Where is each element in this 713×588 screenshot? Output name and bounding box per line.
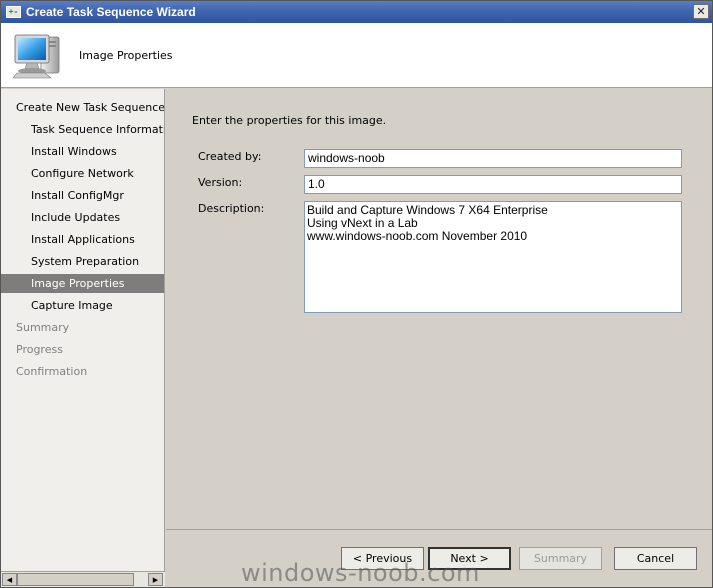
computer-monitor-icon <box>12 34 60 79</box>
description-field[interactable]: Build and Capture Windows 7 X64 Enterpri… <box>304 201 682 313</box>
scroll-thumb[interactable] <box>17 573 134 586</box>
nav-item-confirmation: Confirmation <box>16 365 88 378</box>
wizard-window: +- Create Task Sequence Wizard ✕ Image P… <box>0 0 713 588</box>
created-by-label: Created by: <box>198 150 262 163</box>
version-field[interactable]: 1.0 <box>304 175 682 194</box>
content-panel: Enter the properties for this image. Cre… <box>166 89 712 529</box>
version-label: Version: <box>198 176 243 189</box>
wizard-header: Image Properties <box>1 23 712 88</box>
scroll-left-arrow-icon[interactable]: ◀ <box>2 573 17 586</box>
nav-item-include-updates[interactable]: Include Updates <box>1 208 164 227</box>
created-by-field[interactable]: windows-noob <box>304 149 682 168</box>
nav-item-install-configmgr[interactable]: Install ConfigMgr <box>1 186 164 205</box>
nav-item-system-preparation[interactable]: System Preparation <box>1 252 164 271</box>
title-bar[interactable]: +- Create Task Sequence Wizard ✕ <box>1 1 712 23</box>
nav-item-progress: Progress <box>16 343 63 356</box>
watermark: windows-noob.com <box>241 559 480 587</box>
wizard-nav: Create New Task Sequence Task Sequence I… <box>1 89 165 571</box>
description-label: Description: <box>198 202 265 215</box>
nav-item-create-new-task-sequence[interactable]: Create New Task Sequence <box>1 98 164 117</box>
nav-item-capture-image[interactable]: Capture Image <box>1 296 164 315</box>
scroll-right-arrow-icon[interactable]: ▶ <box>148 573 163 586</box>
nav-horizontal-scrollbar[interactable]: ◀ ▶ <box>1 571 165 587</box>
nav-item-summary: Summary <box>16 321 70 334</box>
window-title: Create Task Sequence Wizard <box>26 5 196 19</box>
nav-item-image-properties[interactable]: Image Properties <box>1 274 164 293</box>
intro-text: Enter the properties for this image. <box>192 114 387 127</box>
nav-item-configure-network[interactable]: Configure Network <box>1 164 164 183</box>
app-icon: +- <box>6 6 21 18</box>
nav-item-install-windows[interactable]: Install Windows <box>1 142 164 161</box>
header-title: Image Properties <box>79 49 173 62</box>
summary-button: Summary <box>519 547 602 570</box>
nav-item-task-sequence-information[interactable]: Task Sequence Informatio <box>1 120 164 139</box>
cancel-button[interactable]: Cancel <box>614 547 697 570</box>
nav-item-install-applications[interactable]: Install Applications <box>1 230 164 249</box>
close-button[interactable]: ✕ <box>693 4 709 19</box>
